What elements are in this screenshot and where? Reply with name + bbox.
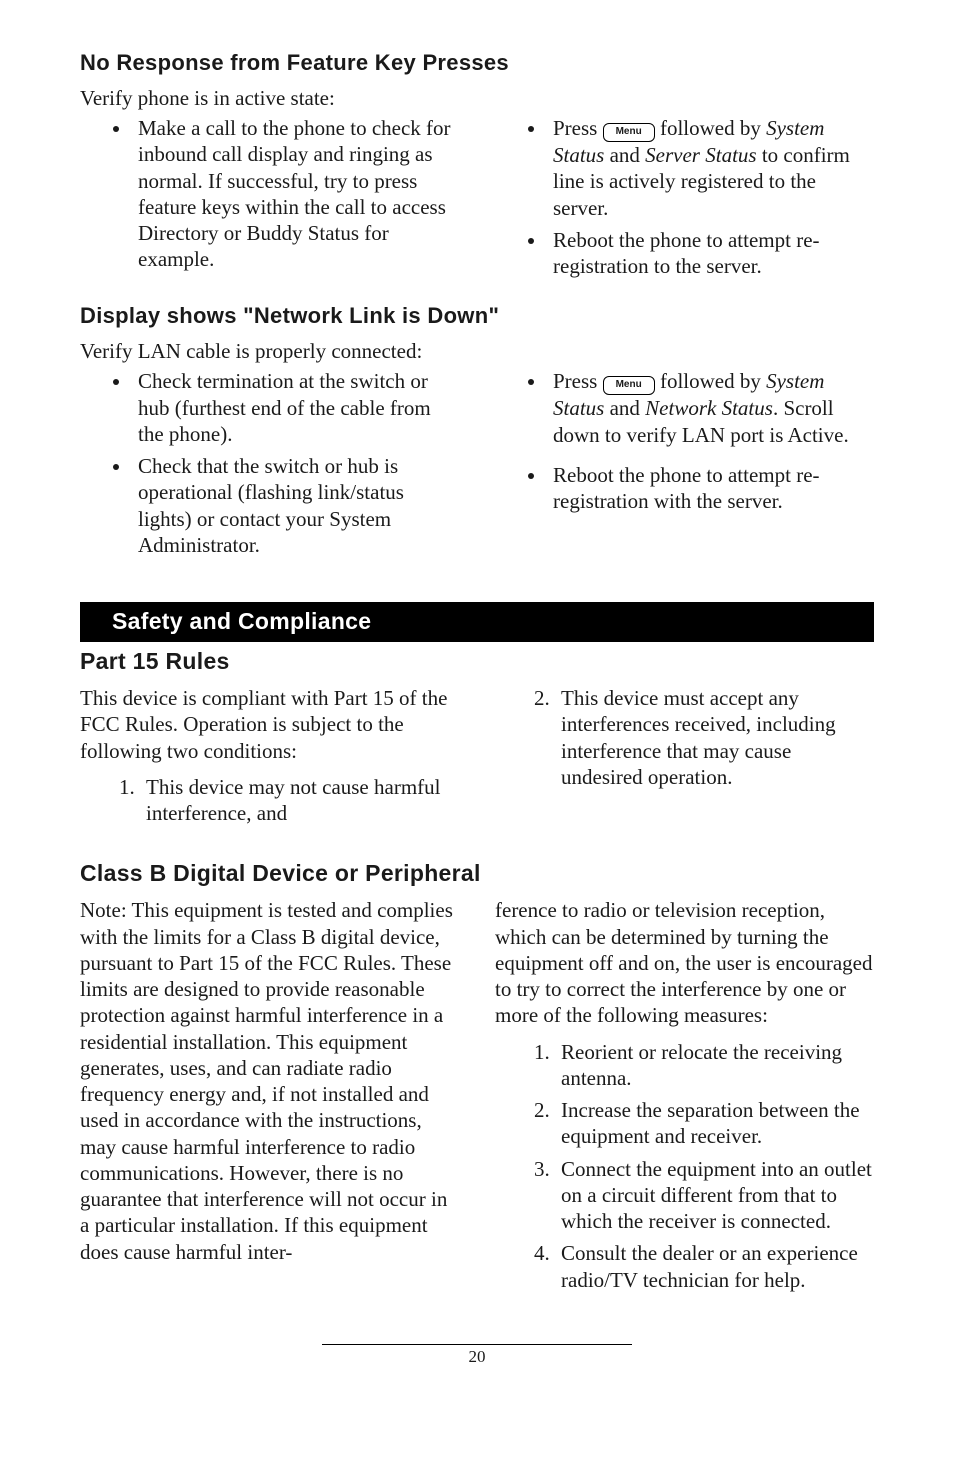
section-classb: Class B Digital Device or Peripheral Not… — [80, 860, 874, 1299]
menu-key-icon: Menu — [603, 123, 655, 142]
two-col-part15: This device is compliant with Part 15 of… — [80, 685, 874, 832]
heading-network-down: Display shows "Network Link is Down" — [80, 303, 874, 329]
body-classb-right-intro: ference to radio or television reception… — [495, 897, 874, 1028]
numbered-list-left: This device may not cause harmful interf… — [80, 774, 459, 827]
intro-no-response: Verify phone is in active state: — [80, 86, 874, 111]
list-item: Connect the equipment into an outlet on … — [555, 1156, 874, 1235]
col-left: Check termination at the switch or hub (… — [80, 368, 459, 564]
text: and — [604, 396, 645, 420]
footer: 20 — [80, 1344, 874, 1367]
bullets-left: Check termination at the switch or hub (… — [80, 368, 459, 558]
numbered-list-right: This device must accept any interference… — [495, 685, 874, 790]
two-col-no-response: Make a call to the phone to check for in… — [80, 115, 874, 285]
section-bar-safety: Safety and Compliance — [80, 602, 874, 642]
list-item: Reorient or relocate the receiving anten… — [555, 1039, 874, 1092]
list-item: Make a call to the phone to check for in… — [132, 115, 459, 273]
footer-divider — [322, 1344, 632, 1345]
list-item: Increase the separation between the equi… — [555, 1097, 874, 1150]
section-network-down: Display shows "Network Link is Down" Ver… — [80, 303, 874, 564]
numbered-list-classb: Reorient or relocate the receiving anten… — [495, 1039, 874, 1293]
italic-text: Server Status — [645, 143, 756, 167]
list-item: This device must accept any interference… — [555, 685, 874, 790]
bullets-left: Make a call to the phone to check for in… — [80, 115, 459, 273]
intro-part15: This device is compliant with Part 15 of… — [80, 685, 459, 764]
text: followed by — [655, 369, 766, 393]
text: Press — [553, 369, 603, 393]
list-item: Check that the switch or hub is operatio… — [132, 453, 459, 558]
list-item: Reboot the phone to attempt re-registrat… — [547, 227, 874, 280]
bullets-right: Press Menu followed by System Status and… — [495, 115, 874, 279]
col-left: Note: This equipment is tested and compl… — [80, 897, 459, 1299]
text: Press — [553, 116, 603, 140]
text: and — [604, 143, 645, 167]
page-number: 20 — [469, 1347, 486, 1366]
list-item: Press Menu followed by System Status and… — [547, 368, 874, 448]
list-item: Reboot the phone to attempt re-registrat… — [547, 462, 874, 515]
two-col-classb: Note: This equipment is tested and compl… — [80, 897, 874, 1299]
heading-part15: Part 15 Rules — [80, 648, 874, 675]
text: followed by — [655, 116, 766, 140]
menu-key-icon: Menu — [603, 376, 655, 395]
list-item: Consult the dealer or an experience radi… — [555, 1240, 874, 1293]
list-item: This device may not cause harmful interf… — [140, 774, 459, 827]
list-item: Check termination at the switch or hub (… — [132, 368, 459, 447]
col-right: Press Menu followed by System Status and… — [495, 368, 874, 564]
heading-no-response: No Response from Feature Key Presses — [80, 50, 874, 76]
col-left: This device is compliant with Part 15 of… — [80, 685, 459, 832]
list-item: Press Menu followed by System Status and… — [547, 115, 874, 221]
col-right: ference to radio or television reception… — [495, 897, 874, 1299]
intro-network-down: Verify LAN cable is properly connected: — [80, 339, 874, 364]
two-col-network-down: Check termination at the switch or hub (… — [80, 368, 874, 564]
col-right: Press Menu followed by System Status and… — [495, 115, 874, 285]
col-right: This device must accept any interference… — [495, 685, 874, 832]
col-left: Make a call to the phone to check for in… — [80, 115, 459, 285]
body-classb-left: Note: This equipment is tested and compl… — [80, 897, 459, 1265]
heading-classb: Class B Digital Device or Peripheral — [80, 860, 874, 887]
section-part15: Part 15 Rules This device is compliant w… — [80, 648, 874, 832]
page-content: No Response from Feature Key Presses Ver… — [0, 0, 954, 1407]
bullets-right: Press Menu followed by System Status and… — [495, 368, 874, 514]
italic-text: Network Status — [645, 396, 773, 420]
section-no-response: No Response from Feature Key Presses Ver… — [80, 50, 874, 285]
